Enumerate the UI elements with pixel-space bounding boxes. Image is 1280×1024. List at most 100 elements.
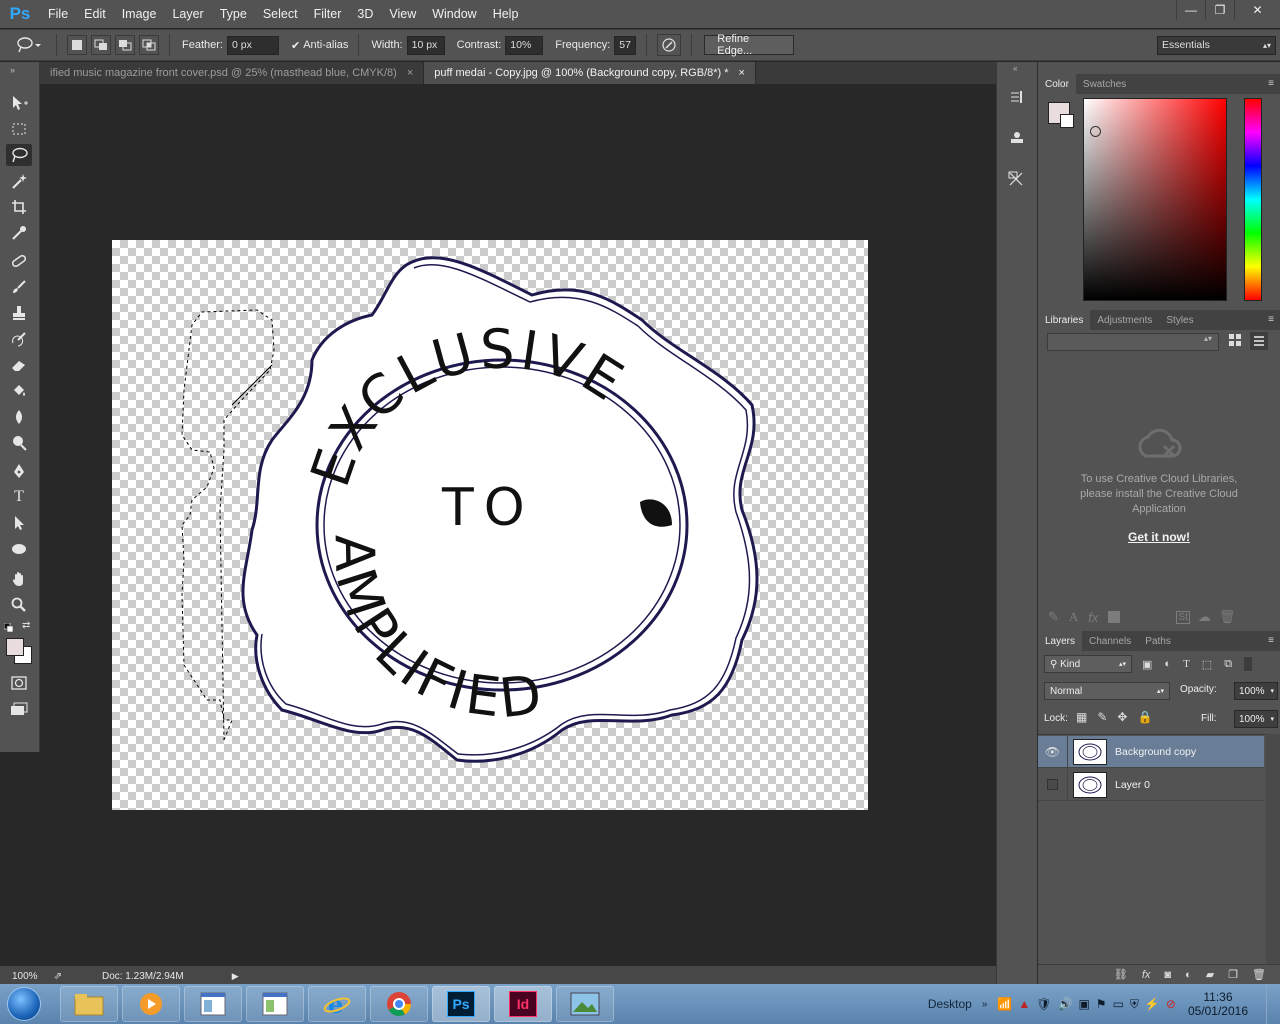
- tray-shield-icon[interactable]: ⛨: [1130, 997, 1139, 1012]
- taskbar-photo-viewer[interactable]: [556, 986, 614, 1022]
- close-button[interactable]: ✕: [1234, 0, 1280, 20]
- lock-image-icon[interactable]: ✎: [1097, 710, 1107, 724]
- eraser-tool-icon[interactable]: [6, 354, 32, 376]
- healing-brush-tool-icon[interactable]: [6, 250, 32, 272]
- taskbar-document-1[interactable]: [184, 986, 242, 1022]
- feather-input[interactable]: 0 px: [226, 35, 279, 55]
- character-panel-icon[interactable]: [1003, 166, 1031, 192]
- new-adjustment-icon[interactable]: ◐: [1185, 969, 1192, 981]
- minimize-button[interactable]: —: [1176, 0, 1205, 20]
- hue-slider[interactable]: [1244, 98, 1262, 301]
- layer-row-layer-0[interactable]: Layer 0: [1038, 768, 1264, 801]
- menu-select[interactable]: Select: [255, 0, 306, 28]
- taskbar-file-explorer[interactable]: [60, 986, 118, 1022]
- restore-button[interactable]: ❐: [1205, 0, 1234, 20]
- type-filter-icon[interactable]: T: [1183, 658, 1190, 670]
- zoom-tool-icon[interactable]: [6, 594, 32, 616]
- collapse-arrows-icon[interactable]: »: [10, 65, 15, 75]
- document-canvas[interactable]: EXCLUSIVE TO AMPLIFIED: [112, 240, 868, 810]
- width-input[interactable]: 10 px: [406, 35, 445, 55]
- layers-scrollbar[interactable]: [1266, 734, 1280, 970]
- lock-all-icon[interactable]: 🔒: [1137, 710, 1152, 724]
- trash-icon[interactable]: 🗑: [1219, 609, 1236, 625]
- layer-name[interactable]: Layer 0: [1115, 779, 1150, 791]
- tray-display-icon[interactable]: ▭: [1113, 997, 1124, 1011]
- type-tool-icon[interactable]: T: [6, 486, 32, 508]
- tab-paths[interactable]: Paths: [1138, 631, 1178, 651]
- clone-stamp-tool-icon[interactable]: [6, 302, 32, 324]
- menu-image[interactable]: Image: [114, 0, 165, 28]
- layer-row-background-copy[interactable]: 👁 Background copy: [1038, 735, 1264, 768]
- chevron-down-icon[interactable]: ▾: [1270, 715, 1277, 723]
- panel-menu-icon[interactable]: ≡: [1268, 635, 1274, 646]
- path-selection-tool-icon[interactable]: [6, 512, 32, 534]
- chevron-down-icon[interactable]: ▾: [1270, 687, 1277, 695]
- lock-position-icon[interactable]: ✥: [1117, 710, 1127, 724]
- sync-icon[interactable]: ☁: [1198, 609, 1211, 625]
- lasso-tool-icon[interactable]: [6, 144, 32, 166]
- list-view-icon[interactable]: [1250, 332, 1268, 350]
- filter-toggle[interactable]: [1244, 657, 1253, 671]
- magic-wand-tool-icon[interactable]: [6, 170, 32, 192]
- tablet-pressure-button[interactable]: [657, 34, 682, 56]
- menu-window[interactable]: Window: [424, 0, 484, 28]
- subtract-selection-button[interactable]: [115, 35, 135, 55]
- intersect-selection-button[interactable]: [139, 35, 159, 55]
- start-button[interactable]: [0, 984, 48, 1024]
- new-layer-icon[interactable]: ❐: [1228, 968, 1238, 981]
- link-layers-icon[interactable]: ⛓: [1114, 968, 1128, 981]
- layer-name[interactable]: Background copy: [1115, 746, 1196, 758]
- menu-view[interactable]: View: [381, 0, 424, 28]
- stock-icon[interactable]: St: [1176, 610, 1190, 624]
- properties-panel-icon[interactable]: [1003, 124, 1031, 150]
- tray-network-icon[interactable]: 📶: [997, 997, 1012, 1011]
- tray-app-icon[interactable]: ▣: [1078, 997, 1089, 1011]
- zoom-level[interactable]: 100%: [12, 971, 38, 982]
- tab-styles[interactable]: Styles: [1159, 310, 1200, 330]
- history-panel-icon[interactable]: [1003, 84, 1031, 110]
- menu-edit[interactable]: Edit: [76, 0, 114, 28]
- show-desktop-button[interactable]: [1266, 984, 1280, 1024]
- collapse-arrows-icon[interactable]: «: [1013, 64, 1017, 73]
- pen-tool-icon[interactable]: [6, 460, 32, 482]
- tab-libraries[interactable]: Libraries: [1038, 310, 1091, 330]
- contrast-input[interactable]: 10%: [505, 35, 544, 55]
- pixel-filter-icon[interactable]: ▣: [1142, 658, 1152, 671]
- tray-flag-icon[interactable]: ⚑: [1096, 997, 1107, 1011]
- workspace-select[interactable]: Essentials ▴▾: [1157, 35, 1276, 55]
- marquee-tool-icon[interactable]: [6, 118, 32, 140]
- dodge-tool-icon[interactable]: [6, 432, 32, 454]
- paint-bucket-tool-icon[interactable]: [6, 380, 32, 402]
- taskbar-document-2[interactable]: [246, 986, 304, 1022]
- brush-tool-icon[interactable]: [6, 276, 32, 298]
- taskbar-chrome[interactable]: [370, 986, 428, 1022]
- desktop-label[interactable]: Desktop: [928, 997, 972, 1011]
- clock[interactable]: 11:36 05/01/2016: [1188, 990, 1248, 1018]
- tab-color[interactable]: Color: [1038, 74, 1076, 94]
- new-selection-button[interactable]: [67, 35, 87, 55]
- export-icon[interactable]: ⇗: [54, 971, 62, 982]
- fx-asset-icon[interactable]: fx: [1088, 610, 1098, 625]
- blur-tool-icon[interactable]: [6, 406, 32, 428]
- eyedropper-tool-icon[interactable]: [6, 222, 32, 244]
- tray-pdf-icon[interactable]: ▲: [1018, 997, 1030, 1011]
- tab-puff-medai[interactable]: puff medai - Copy.jpg @ 100% (Background…: [424, 62, 756, 84]
- menu-layer[interactable]: Layer: [164, 0, 211, 28]
- antialias-checkbox[interactable]: ✔ Anti-alias: [291, 39, 348, 52]
- tab-swatches[interactable]: Swatches: [1076, 74, 1133, 94]
- add-selection-button[interactable]: [91, 35, 111, 55]
- tray-expand-icon[interactable]: »: [982, 999, 988, 1010]
- get-it-now-link[interactable]: Get it now!: [1038, 530, 1280, 544]
- library-select[interactable]: ▴▾: [1047, 333, 1219, 351]
- brush-asset-icon[interactable]: ✎: [1048, 609, 1059, 625]
- blend-mode-select[interactable]: Normal ▴▾: [1044, 682, 1170, 700]
- visibility-eye-icon[interactable]: 👁: [1038, 735, 1068, 768]
- swap-colors-icon[interactable]: ⇄: [22, 620, 30, 631]
- tab-layers[interactable]: Layers: [1038, 631, 1083, 651]
- foreground-color-swatch[interactable]: [6, 638, 24, 656]
- tab-music-magazine[interactable]: ified music magazine front cover.psd @ 2…: [40, 62, 425, 84]
- taskbar-internet-explorer[interactable]: e: [308, 986, 366, 1022]
- menu-3d[interactable]: 3D: [349, 0, 381, 28]
- menu-type[interactable]: Type: [212, 0, 255, 28]
- history-brush-tool-icon[interactable]: [6, 328, 32, 350]
